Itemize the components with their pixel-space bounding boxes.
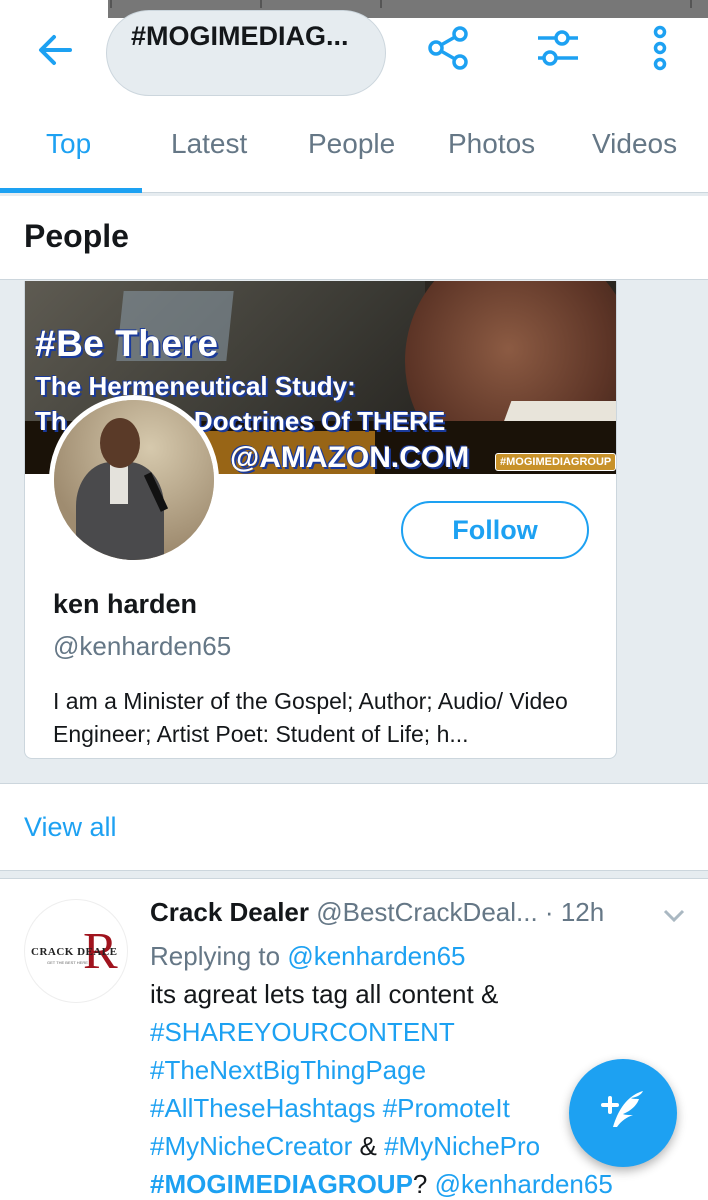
- view-all-link[interactable]: View all: [24, 812, 117, 843]
- share-button[interactable]: [424, 24, 472, 72]
- reply-context: Replying to @kenharden65: [150, 937, 690, 975]
- more-vertical-icon: [653, 25, 667, 71]
- author-handle: @BestCrackDeal...: [316, 897, 538, 927]
- tab-videos[interactable]: Videos: [592, 128, 677, 160]
- hashtag-link[interactable]: #AllTheseHashtags: [150, 1093, 375, 1123]
- tweet-time: 12h: [560, 897, 605, 927]
- tweet-line: #SHAREYOURCONTENT: [150, 1013, 690, 1051]
- user-name[interactable]: ken harden: [53, 589, 197, 620]
- search-query: #MOGIMEDIAG...: [131, 21, 349, 51]
- hashtag-link[interactable]: #TheNextBigThingPage: [150, 1055, 426, 1085]
- status-tick: [110, 0, 112, 8]
- mention-link[interactable]: @kenharden65: [287, 941, 465, 971]
- avatar-logo-subtext: GET THE BEST HERE: [47, 960, 88, 965]
- back-button[interactable]: [34, 28, 78, 72]
- follow-button[interactable]: Follow: [401, 501, 589, 559]
- avatar-shirt: [110, 464, 128, 504]
- hashtag-link[interactable]: #MyNicheCreator: [150, 1131, 352, 1161]
- tweet-menu-button[interactable]: [662, 905, 686, 925]
- separator: ·: [537, 897, 561, 927]
- tweet-line: its agreat lets tag all content &: [150, 979, 499, 1009]
- question-mark: ?: [412, 1169, 435, 1199]
- search-tabs: Top Latest People Photos Videos: [0, 100, 708, 193]
- more-options-button[interactable]: [636, 24, 684, 72]
- filter-button[interactable]: [534, 24, 582, 72]
- people-section-header: People: [0, 196, 708, 280]
- status-tick: [690, 0, 692, 8]
- hashtag-link[interactable]: #MyNichePro: [384, 1131, 540, 1161]
- hashtag-link[interactable]: #SHAREYOURCONTENT: [150, 1017, 455, 1047]
- banner-text: #Be There: [35, 323, 219, 364]
- banner-text: The Hermeneutical Study:: [35, 371, 356, 401]
- avatar[interactable]: R CRACK DEALE GET THE BEST HERE: [24, 899, 128, 1003]
- compose-tweet-button[interactable]: [569, 1059, 677, 1167]
- hashtag-link[interactable]: #PromoteIt: [383, 1093, 510, 1123]
- user-handle: @kenharden65: [53, 631, 232, 661]
- banner-tag: #MOGIMEDIAGROUP: [495, 453, 616, 471]
- top-app-bar: #MOGIMEDIAG...: [0, 10, 708, 100]
- section-title: People: [24, 218, 129, 254]
- avatar-head: [100, 418, 140, 468]
- sliders-icon: [538, 30, 578, 66]
- user-card[interactable]: #Be There The Hermeneutical Study: Th le…: [24, 281, 617, 759]
- compose-tweet-icon: [601, 1091, 643, 1127]
- tab-latest[interactable]: Latest: [171, 128, 247, 160]
- mention-link[interactable]: @kenharden65: [435, 1169, 613, 1199]
- arrow-left-icon: [39, 35, 72, 65]
- tab-people[interactable]: People: [308, 128, 395, 160]
- author-name[interactable]: Crack Dealer: [150, 897, 309, 927]
- hashtag-link[interactable]: #MOGIMEDIAGROUP: [150, 1169, 413, 1199]
- people-carousel: #Be There The Hermeneutical Study: Th le…: [0, 281, 708, 781]
- avatar[interactable]: [49, 395, 219, 565]
- active-tab-indicator: [0, 188, 142, 193]
- tab-photos[interactable]: Photos: [448, 128, 535, 160]
- avatar-logo-text: CRACK DEALE: [31, 946, 118, 958]
- chevron-down-icon: [663, 909, 685, 923]
- tab-top[interactable]: Top: [46, 128, 91, 160]
- tweet-line: #MOGIMEDIAGROUP? @kenharden65: [150, 1165, 690, 1200]
- replying-to-label: Replying to: [150, 941, 288, 971]
- user-bio: I am a Minister of the Gospel; Author; A…: [53, 688, 568, 747]
- share-icon: [428, 26, 468, 70]
- tweet-header: Crack Dealer @BestCrackDeal... · 12h: [150, 897, 604, 928]
- search-input[interactable]: #MOGIMEDIAG...: [106, 10, 386, 96]
- view-all-row[interactable]: View all: [0, 783, 708, 871]
- status-tick: [260, 0, 262, 8]
- ampersand: &: [352, 1131, 385, 1161]
- status-tick: [380, 0, 382, 8]
- banner-text: @AMAZON.COM: [230, 441, 470, 474]
